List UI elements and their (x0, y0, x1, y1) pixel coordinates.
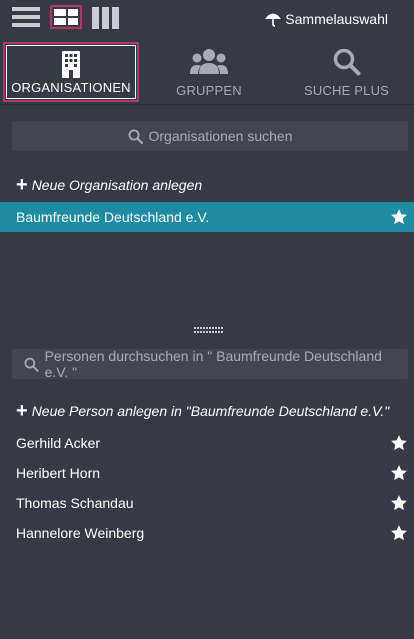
sammelauswahl-label: Sammelauswahl (285, 11, 388, 27)
new-organisation-button[interactable]: + Neue Organisation anlegen (16, 174, 203, 196)
sammelauswahl-button[interactable]: Sammelauswahl (264, 11, 388, 27)
new-organisation-label: Neue Organisation anlegen (31, 177, 203, 193)
top-toolbar: Sammelauswahl (0, 0, 414, 38)
building-icon (62, 51, 80, 78)
tab-suche-plus[interactable]: SUCHE PLUS (279, 42, 414, 102)
person-name: Hannelore Weinberg (16, 525, 145, 541)
person-search-placeholder: Personen durchsuchen in " Baumfreunde De… (44, 348, 382, 380)
star-icon[interactable] (390, 464, 408, 482)
organisation-search-placeholder: Organisationen suchen (148, 128, 293, 144)
new-person-label: Neue Person anlegen in "Baumfreunde Deut… (31, 403, 390, 419)
plus-icon: + (16, 174, 28, 196)
star-icon[interactable] (390, 208, 408, 226)
person-name: Thomas Schandau (16, 495, 134, 511)
tab-suche-plus-label: SUCHE PLUS (303, 83, 390, 98)
plus-icon: + (16, 400, 28, 422)
person-list-item[interactable]: Hannelore Weinberg (0, 518, 414, 548)
users-icon (190, 49, 228, 74)
star-icon[interactable] (390, 434, 408, 452)
search-icon (333, 48, 360, 76)
new-person-button[interactable]: + Neue Person anlegen in "Baumfreunde De… (16, 400, 390, 422)
star-icon[interactable] (390, 524, 408, 542)
tab-organisationen-label: ORGANISATIONEN (11, 80, 131, 95)
tab-bar: ORGANISATIONEN GRUPPEN SUCHE PLUS (0, 38, 414, 105)
person-name: Heribert Horn (16, 465, 101, 481)
tab-gruppen[interactable]: GRUPPEN (141, 42, 277, 102)
search-icon (128, 129, 143, 144)
person-list-item[interactable]: Heribert Horn (0, 458, 414, 488)
organisation-search-input[interactable]: Organisationen suchen (12, 121, 408, 151)
splitter-handle-icon[interactable] (194, 327, 224, 333)
organisation-name: Baumfreunde Deutschland e.V. (16, 209, 210, 225)
tile-view-icon[interactable] (50, 5, 82, 29)
umbrella-icon (265, 13, 282, 27)
search-icon (24, 357, 39, 372)
organisation-list-item[interactable]: Baumfreunde Deutschland e.V. (0, 202, 414, 232)
column-view-icon[interactable] (92, 7, 120, 29)
tab-gruppen-label: GRUPPEN (176, 83, 242, 98)
person-list-item[interactable]: Gerhild Acker (0, 428, 414, 458)
person-list-item[interactable]: Thomas Schandau (0, 488, 414, 518)
list-view-icon[interactable] (12, 7, 40, 29)
person-name: Gerhild Acker (16, 435, 101, 451)
star-icon[interactable] (390, 494, 408, 512)
person-search-input[interactable]: Personen durchsuchen in " Baumfreunde De… (12, 348, 408, 380)
tab-organisationen[interactable]: ORGANISATIONEN (3, 42, 139, 102)
